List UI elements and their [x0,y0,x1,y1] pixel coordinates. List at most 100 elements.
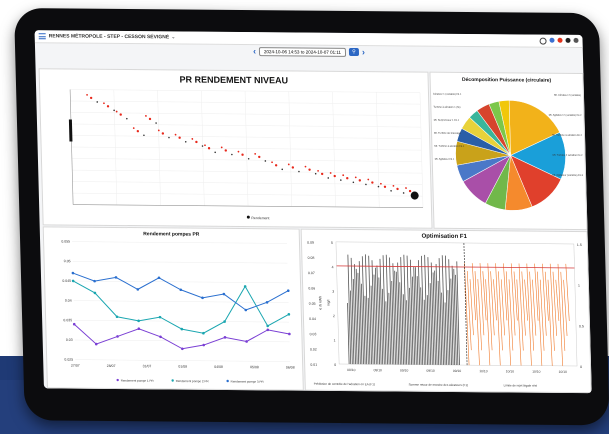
opt-ytick-mid: 1 [334,339,336,343]
scatter-point [358,179,362,182]
grid-line-h [73,280,289,284]
opt-ytick-right: 1 [578,284,580,288]
scatter-point [254,152,257,155]
scatter-panel: PR RENDEMENT NIVEAU Rendement [38,68,433,229]
line-point [288,332,291,336]
grid-line-h [73,300,289,303]
line-point [222,292,226,296]
date-range-input[interactable]: 2024-10-06 14:53 to 2024-10-07 01:11 [258,46,347,57]
pie-label-left: Turbine à aération 1 (fix) [433,106,460,109]
scatter-point [241,153,244,156]
grid-line-h [74,320,290,323]
scatter-point [143,134,145,137]
line-panel: Rendement pompes PR 0.055 0.05 0.045 0.04 0.… [42,226,304,391]
scatter-point [320,172,324,176]
opt-xtick: 09/10 [426,369,435,373]
scatter-point [145,115,147,117]
scatter-point [115,110,118,113]
scatter-point [204,144,206,147]
opt-ytick-right: 0 [580,365,582,369]
grid-line-h [75,359,291,362]
scatter-point [405,187,407,189]
scatter-point [352,181,355,184]
prev-arrow-icon[interactable]: ‹ [253,46,256,56]
pie-label-left: Aérateur 1 (variable) Fil-1 [433,93,462,96]
line-point [223,336,227,339]
scatter-point [207,147,211,150]
line-point [137,319,140,323]
line-legend: Rendement pompe 3 PR [231,380,265,384]
line-point [71,271,75,275]
line-point [137,327,141,331]
scatter-point [287,163,290,166]
scatter-point [106,105,110,108]
top-icons [539,37,579,45]
grid-line-h [72,261,288,264]
grid-line-h [72,241,288,244]
opt-xtick: 08/10 [347,368,356,372]
line-point [93,291,97,295]
scatter-point [308,168,311,171]
opt-xtick: 10/10 [506,369,515,373]
line-point [115,315,119,319]
scatter-point [314,172,317,175]
scatter-point [317,169,319,172]
scatter-point [396,187,399,191]
opt-xtick: 09/10 [374,368,383,372]
opt-ytick-left: 0.05 [309,302,316,306]
opt-ylabel-left: € /h kWh [318,296,322,310]
line-point [93,279,96,283]
settings-icon[interactable] [565,37,571,43]
scatter-point [132,127,135,130]
line-legend: Rendement pompe 2 PR [176,379,210,383]
line-point [180,327,184,331]
scatter-point [168,136,170,139]
search-button[interactable]: ⚲ [348,47,360,57]
menu-icon[interactable] [38,33,46,40]
notification-icon[interactable] [557,37,563,43]
line-point [181,347,184,351]
line-point [94,342,98,346]
scatter-point [258,155,261,159]
scatter-point [155,122,157,124]
next-arrow-icon[interactable]: › [362,47,365,57]
line-ytick: 0.045 [62,279,71,283]
scatter-point [247,157,250,160]
scatter-point [371,181,374,184]
opt-ytick-mid: 4 [332,265,334,269]
scatter-point [274,164,278,167]
alert-icon[interactable] [549,37,555,43]
scatter-point [390,190,392,192]
opt-ytick-left: 0.09 [307,241,314,245]
line-point [116,335,119,338]
scatter-point [377,185,380,188]
scatter-point [365,183,367,186]
chevron-down-icon[interactable]: ⌄ [171,34,175,40]
site-title[interactable]: RENNES MÉTROPOLE - STEP - CESSON SÉVIGNÉ [49,33,170,40]
line-point [72,322,76,326]
scatter-point [340,179,342,181]
scatter-point [113,109,115,112]
line-xtick: 31/07 [143,364,152,368]
scatter-point [161,132,165,135]
line-xtick: 28/07 [107,364,116,368]
scatter-cluster [68,119,73,142]
scatter-point [271,161,273,164]
line-ytick: 0.03 [66,338,73,342]
opt-panel: Optimisation F1 0.09 0.08 0.07 0.06 0.05 0.04… [300,228,592,394]
opt-ytick-left: 0.08 [308,256,315,260]
scatter-point [191,138,194,140]
line-point [244,308,248,312]
legend-marker [171,379,174,382]
opt-ytick-right: 0.5 [579,324,584,328]
opt-ytick-left: 0.01 [310,363,317,367]
pie-label-right: Mt. Aérateur 2 (variable) [554,94,581,97]
line-point [179,288,183,292]
scatter-point [383,185,387,188]
refresh-icon[interactable] [539,37,547,45]
line-point [158,315,162,319]
user-icon[interactable] [573,37,579,43]
scatter-legend: Rendement [251,216,269,220]
line-ytick: 0.025 [64,358,73,362]
opt-ytick-left: 0.03 [310,332,317,336]
